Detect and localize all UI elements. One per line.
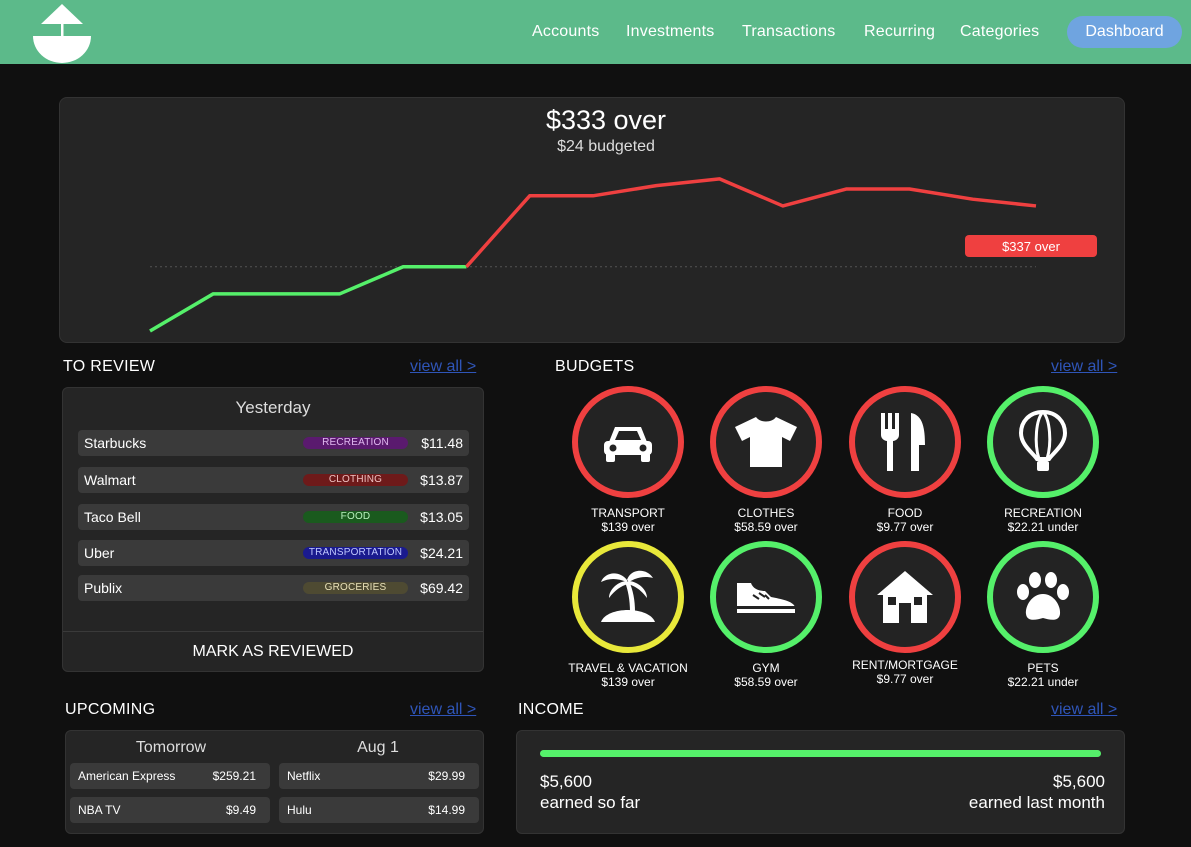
budget-status: $9.77 over <box>876 672 934 686</box>
spending-overview-panel: $333 over $24 budgeted $337 over <box>59 97 1125 343</box>
upcoming-item[interactable]: NBA TV $9.49 <box>70 797 270 823</box>
upcoming-group-label: Aug 1 <box>357 739 399 756</box>
review-transaction-row[interactable]: Walmart CLOTHING $13.87 <box>78 467 469 493</box>
nav-transactions[interactable]: Transactions <box>742 23 835 41</box>
review-day-label: Yesterday <box>235 398 311 417</box>
budget-name: CLOTHES <box>737 506 795 520</box>
category-tag[interactable]: RECREATION <box>303 437 408 449</box>
category-tag[interactable]: GROCERIES <box>303 582 408 594</box>
transaction-amount: $13.05 <box>420 509 463 525</box>
category-tag[interactable]: TRANSPORTATION <box>303 547 408 559</box>
budget-status: $139 over <box>601 675 655 689</box>
budget-label: TRANSPORT $139 over <box>558 506 698 534</box>
budget-name: TRANSPORT <box>591 506 665 520</box>
budget-label: RENT/MORTGAGE $9.77 over <box>835 658 975 686</box>
budget-label: RECREATION $22.21 under <box>973 506 1113 534</box>
nav-investments[interactable]: Investments <box>626 23 714 41</box>
budget-name: TRAVEL & VACATION <box>568 661 688 675</box>
review-transaction-row[interactable]: Starbucks RECREATION $11.48 <box>78 430 469 456</box>
budget-name: GYM <box>752 661 780 675</box>
mark-as-reviewed-button[interactable]: MARK AS REVIEWED <box>63 632 483 672</box>
budget-food-button[interactable] <box>849 386 961 498</box>
upcoming-group-label: Tomorrow <box>135 739 207 756</box>
budget-transport-button[interactable] <box>572 386 684 498</box>
budget-label: CLOTHES $58.59 over <box>696 506 836 534</box>
to-review-title: TO REVIEW <box>63 358 156 375</box>
budget-name: RECREATION <box>1004 506 1082 520</box>
income-last-month-label: earned last month <box>968 793 1105 812</box>
transaction-amount: $24.21 <box>420 545 463 561</box>
budget-status: $58.59 over <box>734 675 798 689</box>
budgets-view-all-link[interactable]: view all > <box>1051 358 1117 376</box>
upcoming-item[interactable]: Netflix $29.99 <box>279 763 479 789</box>
transaction-amount: $11.48 <box>421 435 463 451</box>
budget-pets-button[interactable] <box>987 541 1099 653</box>
budget-recreation-button[interactable] <box>987 386 1099 498</box>
upcoming-item-amount: $29.99 <box>428 769 465 783</box>
upcoming-item[interactable]: American Express $259.21 <box>70 763 270 789</box>
budgets-title: BUDGETS <box>555 358 635 375</box>
budget-name: FOOD <box>887 506 923 520</box>
transaction-merchant: Publix <box>84 580 123 596</box>
upcoming-item-name: Hulu <box>287 803 312 817</box>
spending-over-budget-line <box>465 177 1037 268</box>
income-earned-label: earned so far <box>540 793 641 812</box>
income-progress-track <box>540 750 1101 757</box>
spending-line-chart: $337 over <box>149 177 1097 333</box>
category-tag[interactable]: FOOD <box>303 511 408 523</box>
upcoming-item-name: Netflix <box>287 769 321 783</box>
upcoming-item-amount: $14.99 <box>428 803 465 817</box>
nav-accounts[interactable]: Accounts <box>532 23 599 41</box>
review-transaction-row[interactable]: Uber TRANSPORTATION $24.21 <box>78 540 469 566</box>
budget-clothes-button[interactable] <box>710 386 822 498</box>
upcoming-item-name: NBA TV <box>78 803 121 817</box>
income-progress-fill <box>540 750 1101 757</box>
upcoming-item-name: American Express <box>78 769 176 783</box>
upcoming-item[interactable]: Hulu $14.99 <box>279 797 479 823</box>
upcoming-item-amount: $9.49 <box>225 803 256 817</box>
transaction-merchant: Uber <box>84 545 115 561</box>
budget-status: $9.77 over <box>876 520 934 534</box>
nav-dashboard[interactable]: Dashboard <box>1067 16 1182 48</box>
review-transaction-row[interactable]: Publix GROCERIES $69.42 <box>78 575 469 601</box>
income-view-all-link[interactable]: view all > <box>1051 701 1117 719</box>
nav-recurring[interactable]: Recurring <box>864 23 935 41</box>
category-tag[interactable]: CLOTHING <box>303 474 408 486</box>
budget-rent-mortgage-button[interactable] <box>849 541 961 653</box>
budget-status: $139 over <box>601 520 655 534</box>
budget-name: RENT/MORTGAGE <box>852 658 958 672</box>
upcoming-panel: Tomorrow Aug 1 American Express $259.21 … <box>65 730 484 834</box>
transaction-merchant: Walmart <box>84 472 136 488</box>
budget-gym-button[interactable] <box>710 541 822 653</box>
budget-label: PETS $22.21 under <box>973 661 1113 689</box>
income-title: INCOME <box>518 701 584 718</box>
budget-label: GYM $58.59 over <box>696 661 836 689</box>
transaction-amount: $69.42 <box>420 580 463 596</box>
review-transaction-row[interactable]: Taco Bell FOOD $13.05 <box>78 504 469 530</box>
spending-under-budget-line <box>149 265 467 333</box>
nav-categories[interactable]: Categories <box>960 23 1039 41</box>
app-logo-icon[interactable] <box>30 0 94 64</box>
to-review-view-all-link[interactable]: view all > <box>410 358 476 376</box>
budget-name: PETS <box>1027 661 1059 675</box>
budget-label: TRAVEL & VACATION $139 over <box>558 661 698 689</box>
top-navigation-bar: Accounts Investments Transactions Recurr… <box>0 0 1191 64</box>
budget-status: $22.21 under <box>1007 675 1079 689</box>
budget-status: $58.59 over <box>734 520 798 534</box>
to-review-panel: Yesterday Starbucks RECREATION $11.48 Walma… <box>62 387 484 672</box>
transaction-merchant: Taco Bell <box>84 509 141 525</box>
income-panel: $5,600 earned so far $5,600 earned last … <box>516 730 1125 834</box>
transaction-amount: $13.87 <box>420 472 463 488</box>
transaction-merchant: Starbucks <box>84 435 147 451</box>
upcoming-title: UPCOMING <box>65 701 156 718</box>
upcoming-item-amount: $259.21 <box>212 769 256 783</box>
income-last-month-amount: $5,600 <box>1053 772 1105 791</box>
budget-travel-vacation-button[interactable] <box>572 541 684 653</box>
upcoming-view-all-link[interactable]: view all > <box>410 701 476 719</box>
budget-status: $22.21 under <box>1007 520 1079 534</box>
budget-label: FOOD $9.77 over <box>835 506 975 534</box>
projection-label: $337 over <box>1002 239 1060 254</box>
income-earned-amount: $5,600 <box>540 772 592 791</box>
